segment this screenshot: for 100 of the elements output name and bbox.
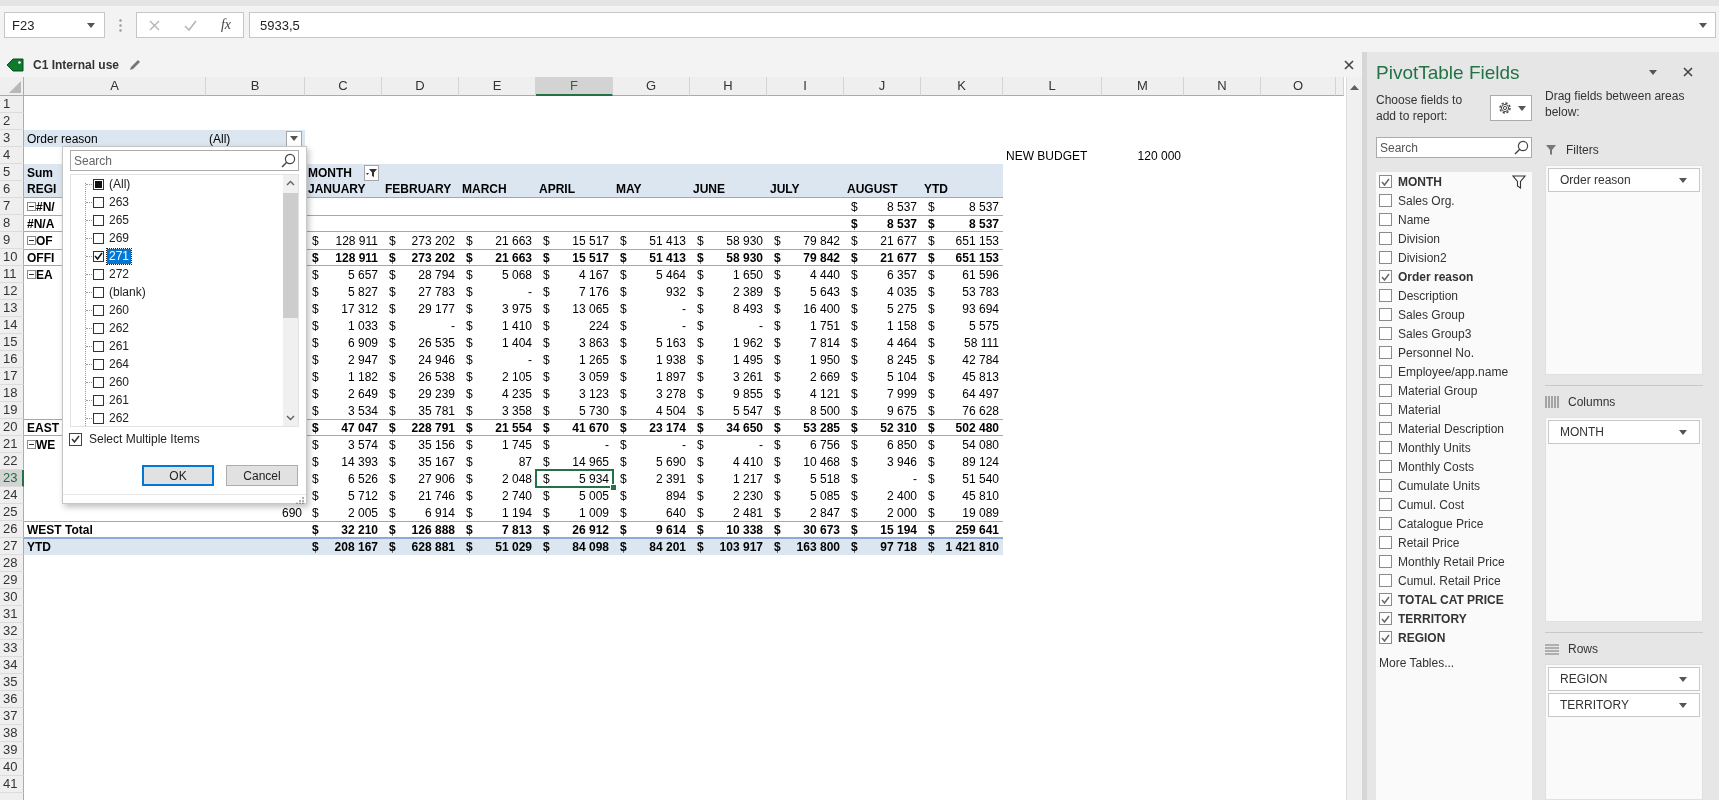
caret-icon[interactable] [87,22,95,28]
column-header[interactable]: B [206,77,305,96]
close-icon[interactable] [1344,59,1354,70]
row-header[interactable]: 3 [0,130,24,147]
filter-option[interactable]: 261 [107,392,132,408]
check-icon[interactable] [183,19,197,31]
row-header[interactable]: 27 [0,538,24,555]
filter-option[interactable]: 261 [107,338,132,354]
checkbox[interactable] [1379,194,1392,207]
field-item[interactable]: Material [1398,402,1441,417]
dialog-button[interactable]: Cancel [226,465,298,486]
more-tables-link[interactable]: More Tables... [1379,656,1455,670]
checkbox[interactable] [1379,479,1392,492]
checkbox[interactable] [1379,498,1392,511]
checkbox[interactable] [93,268,104,280]
row-header[interactable]: 40 [0,759,24,776]
filter-option[interactable]: 271 [107,248,132,264]
column-header[interactable]: M [1102,77,1184,96]
row-header[interactable]: 7 [0,198,24,215]
field-chip[interactable]: TERRITORY [1548,693,1700,717]
field-item[interactable]: Monthly Units [1398,440,1471,455]
checkbox[interactable] [93,250,104,262]
field-item[interactable]: Catalogue Price [1398,516,1484,531]
checkbox[interactable] [93,322,104,334]
row-header[interactable]: 11 [0,266,24,283]
checkbox[interactable] [1379,251,1392,264]
checkbox[interactable] [1379,555,1392,568]
row-header[interactable]: 20 [0,419,24,436]
resize-grip-icon[interactable] [296,496,304,504]
row-header[interactable]: 36 [0,691,24,708]
checkbox[interactable] [93,394,104,406]
collapse-icon[interactable] [27,440,36,449]
column-header[interactable]: I [767,77,844,96]
row-header[interactable]: 6 [0,181,24,198]
checkbox[interactable] [1379,422,1392,435]
checkbox[interactable] [93,196,104,208]
field-item[interactable]: Division [1398,231,1440,246]
filter-option[interactable]: 265 [107,212,132,228]
filter-option[interactable]: 264 [107,356,132,372]
settings-button[interactable] [1490,95,1532,121]
pencil-icon[interactable] [129,58,142,71]
column-header[interactable]: C [305,77,382,96]
checkbox[interactable] [1379,327,1392,340]
checkbox[interactable] [93,304,104,316]
checkbox[interactable] [1379,213,1392,226]
filter-option[interactable]: 269 [107,230,132,246]
filter-option[interactable]: 260 [107,374,132,390]
field-item[interactable]: Retail Price [1398,535,1460,550]
row-header[interactable]: 38 [0,725,24,742]
collapse-icon[interactable] [27,236,36,245]
row-header[interactable]: 23 [0,470,24,487]
checkbox[interactable] [1379,384,1392,397]
search-field[interactable]: Search [1376,137,1532,158]
checkbox[interactable] [1379,612,1392,625]
row-header[interactable]: 10 [0,249,24,266]
row-header[interactable]: 18 [0,385,24,402]
checkbox[interactable] [1379,536,1392,549]
scrollbar[interactable] [1346,77,1362,800]
collapse-icon[interactable] [27,202,36,211]
field-chip[interactable]: Order reason [1548,168,1700,192]
up-arrow-icon[interactable] [1350,84,1359,90]
row-header[interactable]: 31 [0,606,24,623]
row-header[interactable]: 32 [0,623,24,640]
checkbox[interactable] [1379,460,1392,473]
column-header[interactable]: G [613,77,690,96]
dropdown-button[interactable] [286,130,302,147]
caret-icon[interactable] [1679,702,1687,708]
field-item[interactable]: Personnel No. [1398,345,1475,360]
column-header[interactable]: A [24,77,206,96]
field-item[interactable]: Material Description [1398,421,1505,436]
checkbox[interactable] [1379,289,1392,302]
insert-function-button[interactable]: fx [220,17,231,33]
scrollbar[interactable] [283,175,298,426]
row-header[interactable]: 34 [0,657,24,674]
row-header[interactable]: 21 [0,436,24,453]
column-header[interactable]: J [844,77,921,96]
checkbox[interactable] [93,376,104,388]
field-item[interactable]: Cumulate Units [1398,478,1481,493]
row-header[interactable]: 13 [0,300,24,317]
field-item[interactable]: Monthly Costs [1398,459,1475,474]
field-item[interactable]: Employee/app.name [1398,364,1509,379]
field-item[interactable]: Order reason [1398,269,1474,284]
checkbox[interactable] [1379,631,1392,644]
filter-option[interactable]: 262 [107,320,132,336]
checkbox[interactable] [1379,270,1392,283]
field-item[interactable]: Sales Org. [1398,193,1455,208]
checkbox[interactable] [1379,365,1392,378]
formula-field[interactable]: 5933,5 [249,12,1716,38]
checkbox[interactable] [93,232,104,244]
caret-icon[interactable] [1679,429,1687,435]
row-header[interactable]: 9 [0,232,24,249]
checkbox[interactable] [1379,232,1392,245]
column-header[interactable]: E [459,77,536,96]
checkbox[interactable] [69,432,82,446]
caret-icon[interactable] [1679,177,1687,183]
field-item[interactable]: Division2 [1398,250,1447,265]
dialog-button[interactable]: OK [142,465,214,486]
row-header[interactable]: 14 [0,317,24,334]
row-header[interactable]: 24 [0,487,24,504]
field-item[interactable]: Cumul. Retail Price [1398,573,1501,588]
